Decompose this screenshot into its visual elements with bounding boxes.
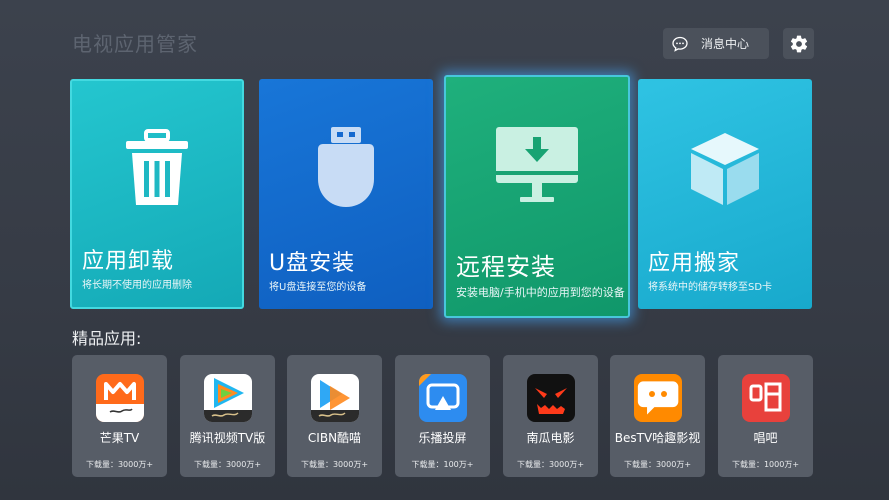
tile-title: 应用搬家: [648, 251, 741, 276]
app-card-mango-tv[interactable]: 芒果TV 下载量：3000万+: [72, 355, 167, 477]
tencent-video-icon: [203, 374, 252, 422]
gear-icon: [790, 35, 807, 52]
app-name: BesTV哈趣影视: [614, 431, 701, 445]
bestv-haqu-icon: [633, 374, 682, 422]
tile-description: 将长期不使用的应用删除: [82, 280, 192, 291]
app-downloads: 下载量：1000万+: [731, 460, 800, 469]
app-downloads: 下载量：3000万+: [623, 460, 692, 469]
pumpkin-movie-icon: [526, 374, 575, 422]
tile-title: 远程安装: [456, 253, 556, 281]
tile-app-uninstall[interactable]: 应用卸载 将长期不使用的应用删除: [70, 79, 244, 309]
app-name: 芒果TV: [99, 431, 140, 445]
app-name: 南瓜电影: [526, 431, 575, 445]
message-center-button[interactable]: 消息中心: [663, 28, 769, 59]
app-card-changba[interactable]: 唱吧 下载量：1000万+: [718, 355, 813, 477]
tile-app-move[interactable]: 应用搬家 将系统中的储存转移至SD卡: [638, 79, 812, 309]
cibn-kumiao-icon: [310, 374, 359, 422]
tile-description: 将U盘连接至您的设备: [269, 282, 367, 293]
changba-icon: [741, 374, 790, 422]
app-downloads: 下载量：3000万+: [85, 460, 154, 469]
app-name: 腾讯视频TV版: [189, 431, 266, 445]
app-downloads: 下载量：100万+: [411, 460, 474, 469]
settings-button[interactable]: [783, 28, 814, 59]
usb-drive-icon: [318, 127, 374, 207]
app-card-tencent-video[interactable]: 腾讯视频TV版 下载量：3000万+: [180, 355, 275, 477]
app-downloads: 下载量：3000万+: [193, 460, 262, 469]
app-card-lebo-cast[interactable]: 乐播投屏 下载量：100万+: [395, 355, 490, 477]
app-downloads: 下载量：3000万+: [516, 460, 585, 469]
app-name: CIBN酷喵: [307, 431, 362, 445]
tile-remote-install[interactable]: 远程安装 安装电脑/手机中的应用到您的设备: [444, 75, 630, 318]
app-title: 电视应用管家: [72, 32, 198, 56]
featured-apps-title: 精品应用:: [72, 329, 142, 348]
tile-title: 应用卸载: [82, 249, 175, 274]
app-downloads: 下载量：3000万+: [300, 460, 369, 469]
monitor-download-icon: [496, 127, 578, 202]
app-name: 乐播投屏: [418, 431, 467, 445]
app-card-bestv-haqu[interactable]: BesTV哈趣影视 下载量：3000万+: [610, 355, 705, 477]
tile-title: U盘安装: [269, 251, 356, 276]
app-name: 唱吧: [753, 431, 778, 445]
tile-usb-install[interactable]: U盘安装 将U盘连接至您的设备: [259, 79, 433, 309]
lebo-cast-icon: [418, 374, 467, 422]
tile-description: 将系统中的储存转移至SD卡: [648, 282, 773, 293]
app-card-cibn-kumiao[interactable]: CIBN酷喵 下载量：3000万+: [287, 355, 382, 477]
chat-bubble-icon: [671, 35, 689, 53]
trash-icon: [126, 129, 188, 205]
tile-description: 安装电脑/手机中的应用到您的设备: [456, 286, 625, 299]
cube-icon: [691, 133, 759, 205]
mango-tv-icon: [95, 374, 144, 422]
app-card-pumpkin-movie[interactable]: 南瓜电影 下载量：3000万+: [503, 355, 598, 477]
message-center-label: 消息中心: [701, 37, 750, 51]
